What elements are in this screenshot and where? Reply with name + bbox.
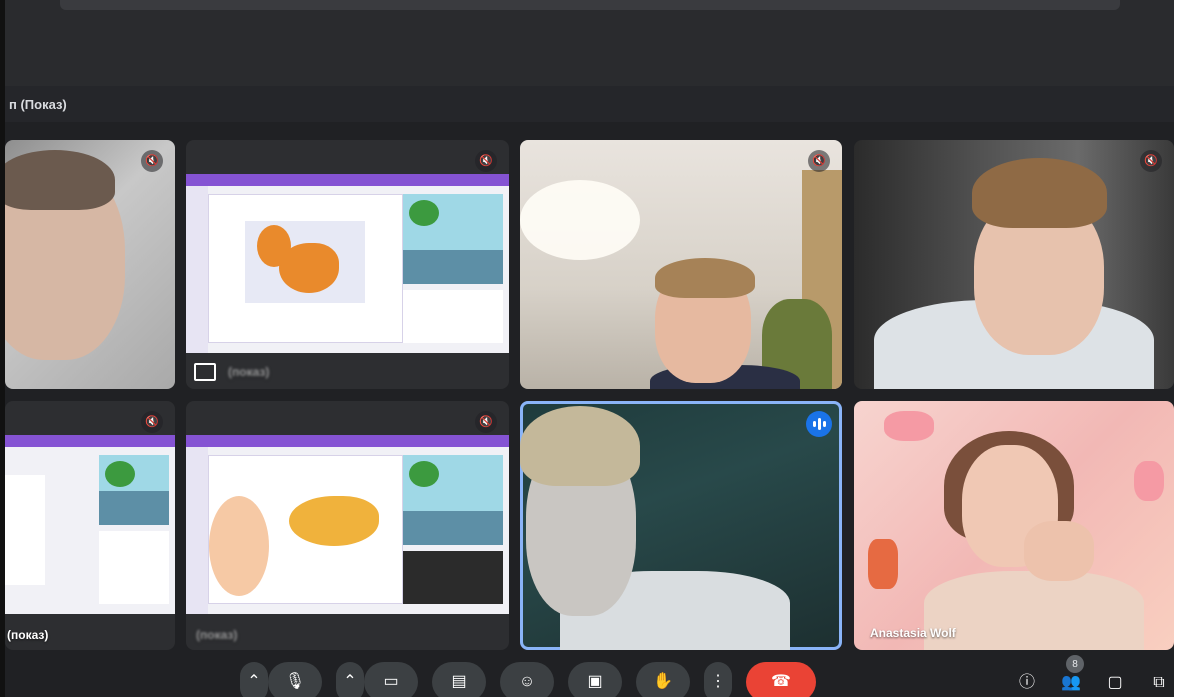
emoji-icon: ☺ — [518, 673, 536, 690]
chevron-up-icon: ⌃ — [247, 673, 261, 690]
speaking-indicator-icon — [806, 411, 832, 437]
participant-tile[interactable]: 🔇 — [520, 140, 842, 389]
presentation-bar: п (Показ) — [5, 86, 1174, 122]
participant-hair — [520, 406, 640, 486]
end-call-button[interactable]: ☎ — [746, 662, 816, 697]
squirrel-sprite — [257, 225, 339, 293]
activities-button[interactable]: ⧉ — [1148, 672, 1170, 694]
squirrel-sprite — [289, 496, 379, 546]
browser-chrome — [0, 0, 1200, 86]
participant-hair — [655, 258, 755, 298]
end-call-icon: ☎ — [771, 673, 791, 690]
participants-count-badge: 8 — [1066, 655, 1084, 673]
browser-tab-strip — [60, 0, 1120, 10]
presenting-icon — [194, 363, 216, 381]
more-options-button[interactable]: ⋮ — [704, 662, 732, 697]
participant-name: (показ) — [228, 365, 270, 379]
camera-icon: ▭ — [383, 673, 399, 690]
participant-name: (показ) — [7, 628, 49, 642]
paint-editor — [208, 194, 403, 343]
present-icon: ▣ — [587, 673, 603, 690]
app-menubar — [5, 435, 175, 447]
people-button[interactable]: 👥 — [1060, 672, 1082, 694]
stage-preview — [403, 194, 503, 284]
side-panel-controls: ⓘ 👥 ▢ ⧉ — [1016, 672, 1170, 694]
chevron-up-icon: ⌃ — [343, 673, 357, 690]
mic-button[interactable]: 🎙 — [268, 662, 322, 697]
chat-button[interactable]: ▢ — [1104, 672, 1126, 694]
muted-icon: 🔇 — [475, 411, 497, 433]
raise-hand-button[interactable]: ✋ — [636, 662, 690, 697]
info-button[interactable]: ⓘ — [1016, 672, 1038, 694]
muted-icon: 🔇 — [141, 150, 163, 172]
sprite-pane — [99, 531, 169, 604]
presentation-label: п (Показ) — [9, 96, 67, 112]
screen-share-tile[interactable]: 🔇 (показ) — [186, 401, 509, 650]
sprite-pane — [403, 551, 503, 604]
sprite-pane — [403, 290, 503, 343]
participant-name: (показ) — [196, 628, 238, 642]
muted-icon: 🔇 — [808, 150, 830, 172]
app-sidebar — [186, 447, 208, 614]
emoji-button[interactable]: ☺ — [500, 662, 554, 697]
shared-screen — [186, 174, 509, 353]
participant-tile[interactable]: Anastasia Wolf — [854, 401, 1174, 650]
more-icon: ⋮ — [710, 673, 726, 690]
muted-icon: 🔇 — [475, 150, 497, 172]
captions-button[interactable]: ▤ — [432, 662, 486, 697]
paint-editor — [208, 455, 403, 604]
participant-name: Anastasia Wolf — [870, 626, 956, 640]
screen-share-tile[interactable]: 🔇 (показ) — [186, 140, 509, 389]
app-menubar — [186, 435, 509, 447]
camera-options-button[interactable]: ⌃ — [336, 662, 364, 697]
app-menubar — [186, 174, 509, 186]
shared-screen — [186, 435, 509, 614]
camera-button[interactable]: ▭ — [364, 662, 418, 697]
participant-tile[interactable]: 🔇 — [854, 140, 1174, 389]
present-button[interactable]: ▣ — [568, 662, 622, 697]
mic-icon: 🎙 — [284, 673, 306, 690]
raise-hand-icon: ✋ — [653, 673, 673, 690]
participant-tile[interactable]: 🔇 — [5, 140, 175, 389]
video-grid: 🔇 🔇 (показ) 🔇 🔇 🔇 (показ) 🔇 (показ) Anas… — [5, 122, 1174, 697]
captions-icon: ▤ — [451, 673, 467, 690]
muted-icon: 🔇 — [141, 411, 163, 433]
participant-hair — [972, 158, 1107, 228]
info-icon: ⓘ — [1018, 674, 1035, 691]
activities-icon: ⧉ — [1153, 674, 1165, 691]
stage-preview — [99, 455, 169, 525]
participant-hair — [5, 150, 115, 210]
people-icon: 👥 — [1061, 674, 1081, 691]
shared-screen — [5, 435, 175, 614]
muted-icon: 🔇 — [1140, 150, 1162, 172]
stage-preview — [403, 455, 503, 545]
participant-tile-active[interactable] — [520, 401, 842, 650]
frame-edge-right — [1174, 0, 1200, 697]
screen-share-tile[interactable]: 🔇 (показ) — [5, 401, 175, 650]
mic-options-button[interactable]: ⌃ — [240, 662, 268, 697]
chat-icon: ▢ — [1107, 674, 1123, 691]
app-sidebar — [186, 186, 208, 353]
participant-body — [924, 571, 1144, 650]
call-controls: ⌃ 🎙 ⌃ ▭ ▤ ☺ ▣ ✋ ⋮ ☎ — [240, 662, 816, 697]
